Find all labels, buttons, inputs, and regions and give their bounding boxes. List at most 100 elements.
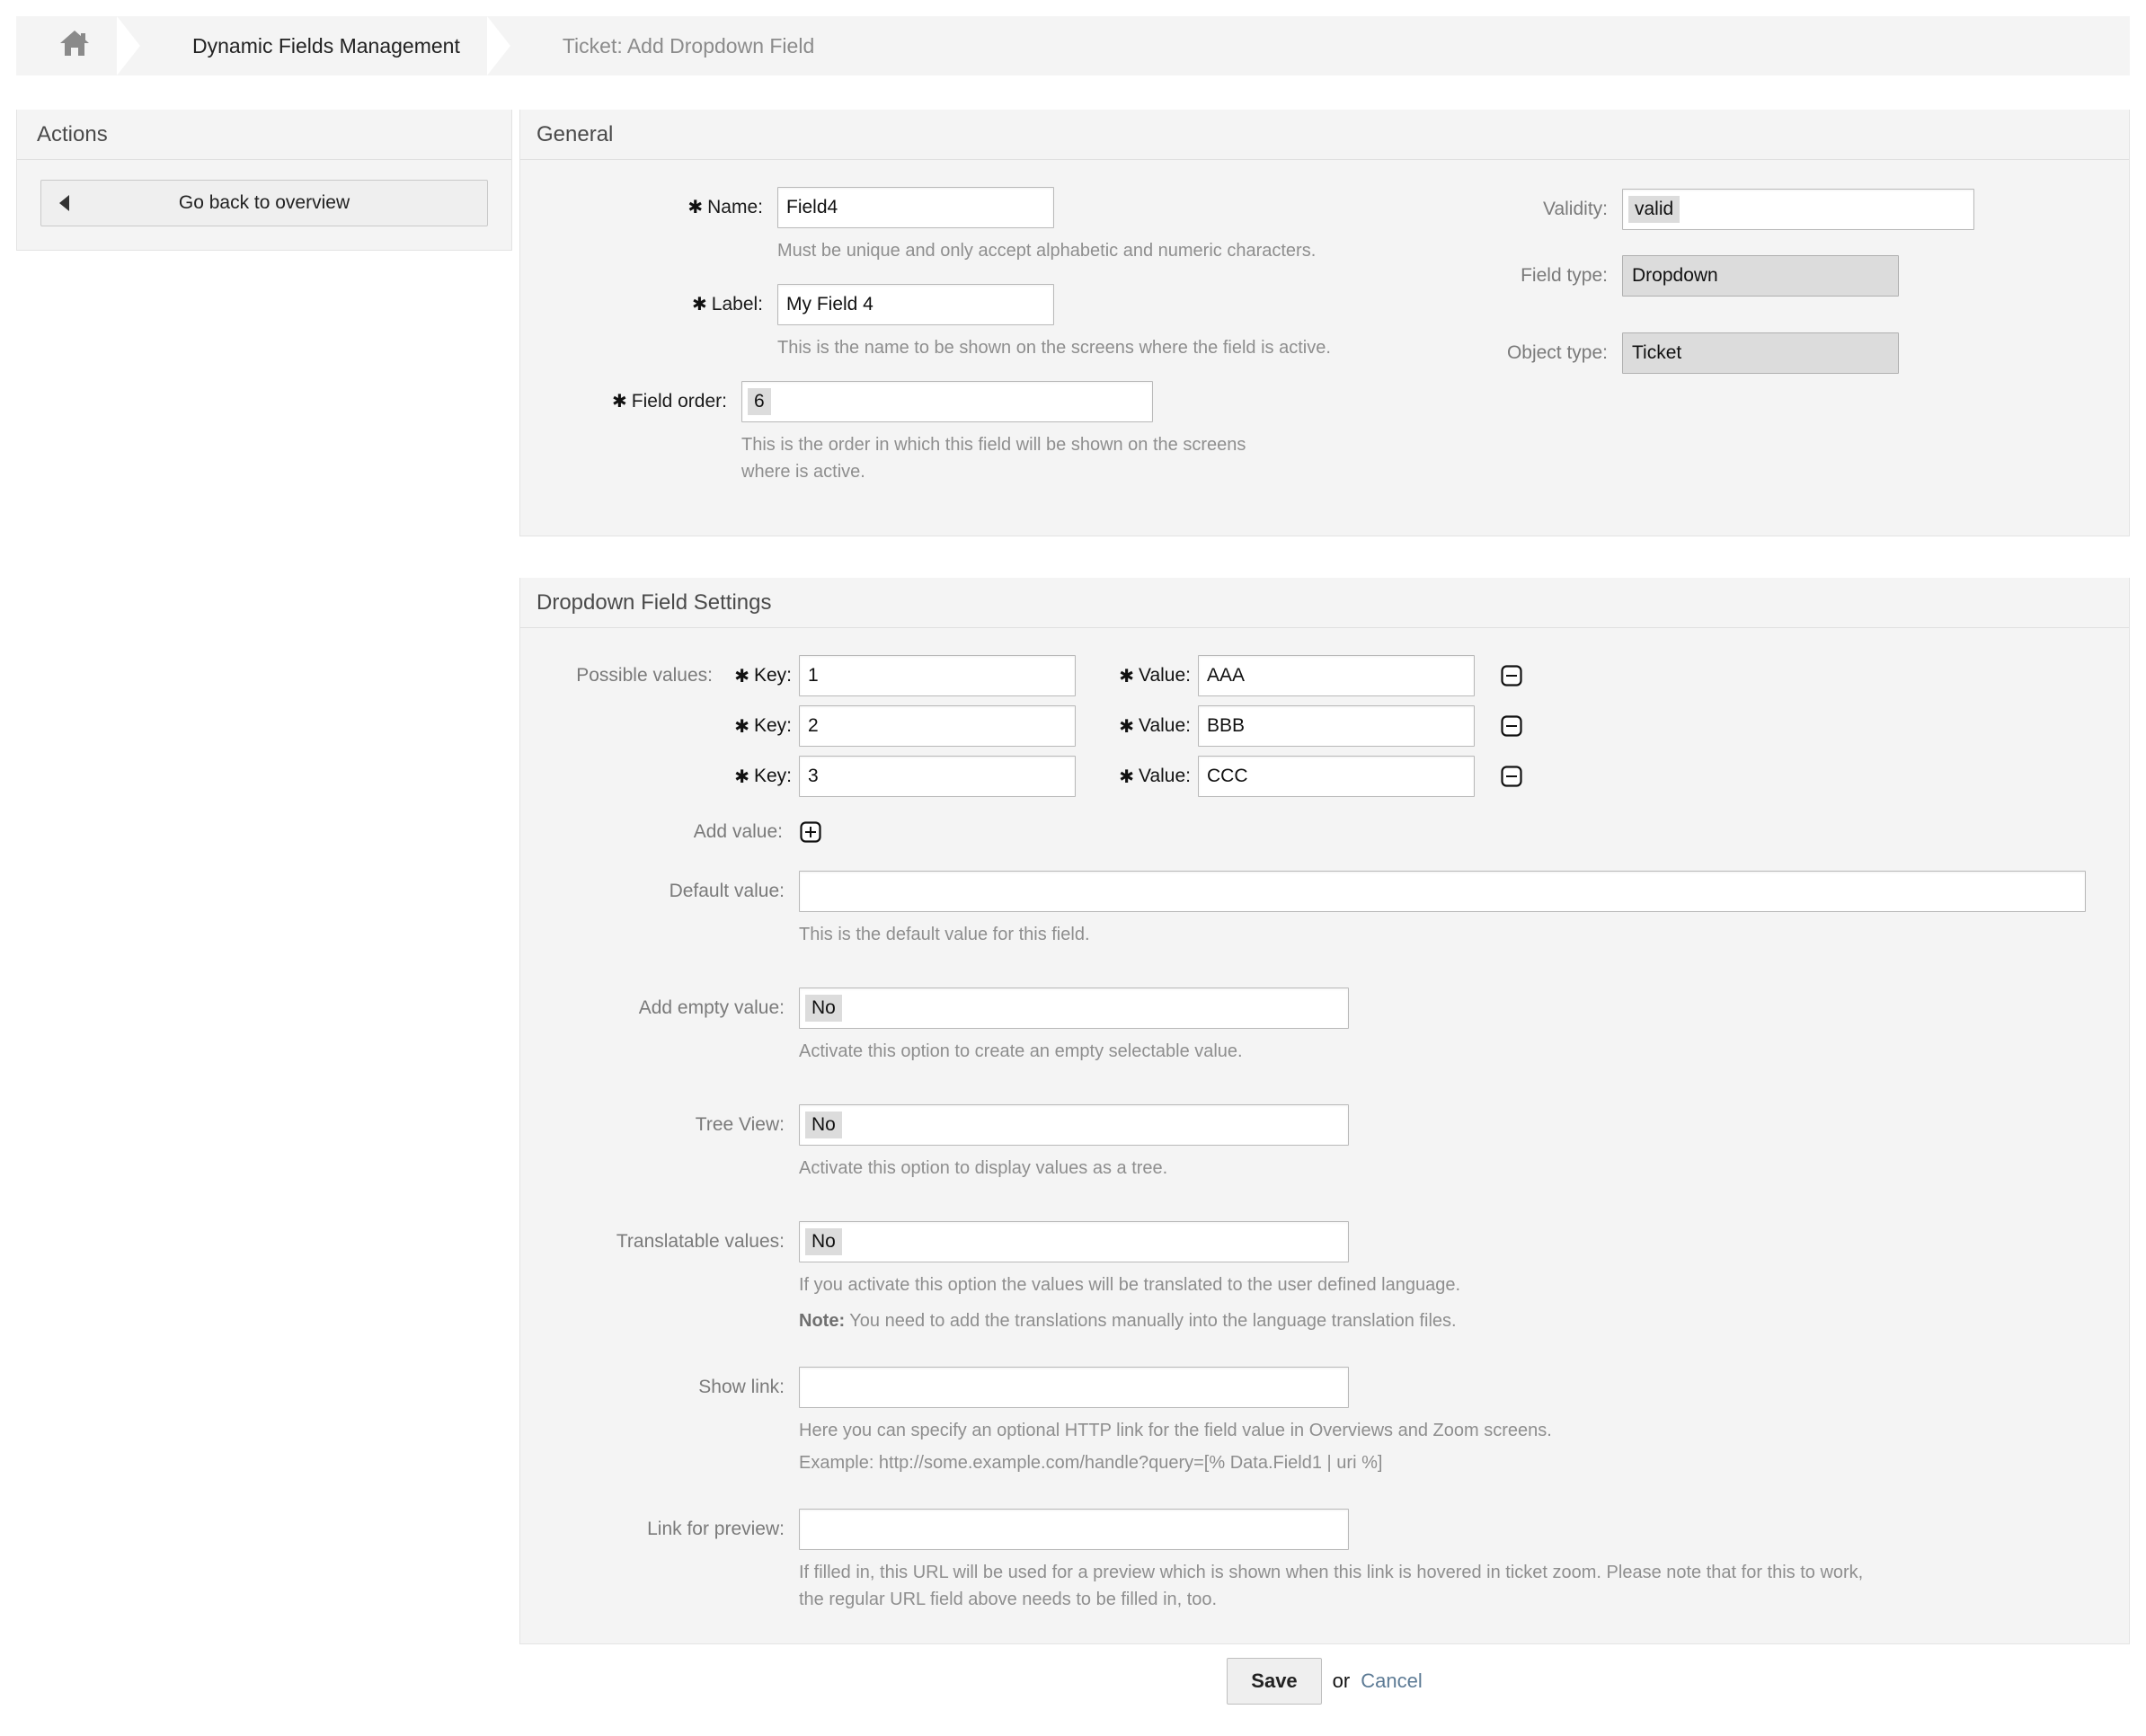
general-right-column: Validity: valid Field type: Dropdown Obj… xyxy=(1433,187,2107,505)
required-star-icon: ✱ xyxy=(1119,766,1134,787)
possible-values-label: Possible values: xyxy=(576,665,713,686)
object-type-label: Object type: xyxy=(1506,342,1608,363)
validity-select[interactable]: valid xyxy=(1622,189,1974,230)
main-content: General ✱Name: Must be unique and only a… xyxy=(519,110,2130,1686)
field-order-row: ✱ Field order: 6 This is the order in whi… xyxy=(542,381,1433,505)
note-prefix: Note: xyxy=(799,1311,846,1331)
minus-square-icon[interactable] xyxy=(1500,714,1523,738)
possible-value-value-input-1[interactable] xyxy=(1198,705,1475,747)
breadcrumb-separator-2 xyxy=(491,16,532,75)
key-label-0: ✱ Key: xyxy=(722,665,792,687)
home-icon xyxy=(59,29,90,63)
possible-value-value-input-2[interactable] xyxy=(1198,756,1475,797)
possible-value-value-input-0[interactable] xyxy=(1198,655,1475,696)
name-label: ✱ Name: xyxy=(542,187,777,228)
key-label-text: Key: xyxy=(753,665,792,686)
value-label-text: Value: xyxy=(1139,665,1191,686)
go-back-label: Go back to overview xyxy=(178,192,350,213)
show-link-label: Show link: xyxy=(698,1377,785,1397)
possible-values-row-1: ✱Key: ✱Value: xyxy=(542,705,2107,747)
field-order-label-text: Field order: xyxy=(631,391,727,412)
tree-view-select[interactable]: No xyxy=(799,1104,1349,1146)
name-row: ✱Name: Must be unique and only accept al… xyxy=(542,187,1433,284)
show-link-hint-line1: Here you can specify an optional HTTP li… xyxy=(799,1421,1552,1440)
or-label: or xyxy=(1332,1670,1351,1692)
plus-square-icon[interactable] xyxy=(799,820,822,844)
dropdown-settings-panel: Dropdown Field Settings Possible values:… xyxy=(519,578,2130,1644)
note-text: You need to add the translations manuall… xyxy=(845,1311,1457,1331)
go-back-to-overview-button[interactable]: Go back to overview xyxy=(40,180,488,226)
required-star-icon: ✱ xyxy=(692,295,707,314)
form-footer: Save or Cancel xyxy=(519,1658,2130,1705)
translatable-values-label: Translatable values: xyxy=(616,1231,785,1252)
required-star-icon: ✱ xyxy=(734,716,749,737)
key-label-1: ✱ Key: xyxy=(722,715,792,738)
add-empty-value-row: Add empty value: No Activate this option… xyxy=(542,988,2107,1085)
add-empty-value-hint: Activate this option to create an empty … xyxy=(799,1041,1243,1061)
field-type-value: Dropdown xyxy=(1632,264,1718,286)
field-type-select: Dropdown xyxy=(1622,255,1899,297)
show-link-row: Show link: Here you can specify an optio… xyxy=(542,1367,2107,1496)
minus-square-icon[interactable] xyxy=(1500,664,1523,687)
field-order-value: 6 xyxy=(748,387,771,416)
breadcrumb: Dynamic Fields Management Ticket: Add Dr… xyxy=(16,16,2130,75)
field-order-hint: This is the order in which this field wi… xyxy=(741,435,1246,482)
default-value-label: Default value: xyxy=(669,881,785,901)
field-order-select[interactable]: 6 xyxy=(741,381,1153,422)
object-type-select: Ticket xyxy=(1622,332,1899,374)
possible-values-group: Possible values: ✱Key: ✱Value: xyxy=(542,655,2107,797)
validity-value: valid xyxy=(1628,195,1680,224)
breadcrumb-current-label: Ticket: Add Dropdown Field xyxy=(562,33,815,58)
add-empty-value-select[interactable]: No xyxy=(799,988,1349,1029)
link-for-preview-input[interactable] xyxy=(799,1509,1349,1550)
value-label-text: Value: xyxy=(1139,715,1191,736)
breadcrumb-separator-1 xyxy=(120,16,162,75)
validity-row: Validity: valid xyxy=(1433,189,2107,230)
required-star-icon: ✱ xyxy=(1119,716,1134,737)
value-label-text: Value: xyxy=(1139,766,1191,786)
label-input[interactable] xyxy=(777,284,1054,325)
required-star-icon: ✱ xyxy=(734,766,749,787)
translatable-values-row: Translatable values: No If you activate … xyxy=(542,1221,2107,1354)
dropdown-settings-body: Possible values: ✱Key: ✱Value: xyxy=(520,628,2129,1643)
translatable-values-select[interactable]: No xyxy=(799,1221,1349,1262)
tree-view-row: Tree View: No Activate this option to di… xyxy=(542,1104,2107,1201)
field-order-label: ✱ Field order: xyxy=(542,381,741,422)
key-label-text: Key: xyxy=(753,766,792,786)
general-panel-body: ✱Name: Must be unique and only accept al… xyxy=(520,160,2129,536)
show-link-hint-line2: Example: http://some.example.com/handle?… xyxy=(799,1453,1383,1473)
field-type-row: Field type: Dropdown xyxy=(1433,255,2107,297)
show-link-input[interactable] xyxy=(799,1367,1349,1408)
value-label-1: ✱ Value: xyxy=(1099,715,1191,738)
object-type-value: Ticket xyxy=(1632,341,1682,363)
arrow-left-icon xyxy=(59,195,69,211)
add-value-label: Add value: xyxy=(693,821,783,842)
breadcrumb-item-label: Dynamic Fields Management xyxy=(192,33,460,58)
field-type-label: Field type: xyxy=(1521,265,1608,286)
required-star-icon: ✱ xyxy=(1119,666,1134,686)
add-empty-value-label: Add empty value: xyxy=(638,997,785,1018)
name-input[interactable] xyxy=(777,187,1054,228)
tree-view-label: Tree View: xyxy=(695,1114,785,1135)
breadcrumb-item-0[interactable]: Dynamic Fields Management xyxy=(162,16,491,75)
cancel-link[interactable]: Cancel xyxy=(1361,1670,1422,1693)
possible-value-key-input-2[interactable] xyxy=(799,756,1076,797)
general-panel-title: General xyxy=(520,110,2129,160)
breadcrumb-home[interactable] xyxy=(16,16,120,75)
possible-value-key-input-1[interactable] xyxy=(799,705,1076,747)
add-empty-value-value: No xyxy=(805,994,842,1023)
breadcrumb-item-1: Ticket: Add Dropdown Field xyxy=(532,16,845,75)
value-label-0: ✱ Value: xyxy=(1099,665,1191,687)
default-value-hint: This is the default value for this field… xyxy=(799,925,1090,944)
object-type-row: Object type: Ticket xyxy=(1433,332,2107,374)
name-hint: Must be unique and only accept alphabeti… xyxy=(777,241,1317,261)
minus-square-icon[interactable] xyxy=(1500,765,1523,788)
general-panel: General ✱Name: Must be unique and only a… xyxy=(519,110,2130,536)
save-button[interactable]: Save xyxy=(1227,1658,1322,1705)
value-label-2: ✱ Value: xyxy=(1099,766,1191,788)
default-value-input[interactable] xyxy=(799,871,2086,912)
key-label-text: Key: xyxy=(753,715,792,736)
possible-value-key-input-0[interactable] xyxy=(799,655,1076,696)
sidebar-actions: Actions Go back to overview xyxy=(16,110,512,251)
required-star-icon: ✱ xyxy=(687,198,704,217)
